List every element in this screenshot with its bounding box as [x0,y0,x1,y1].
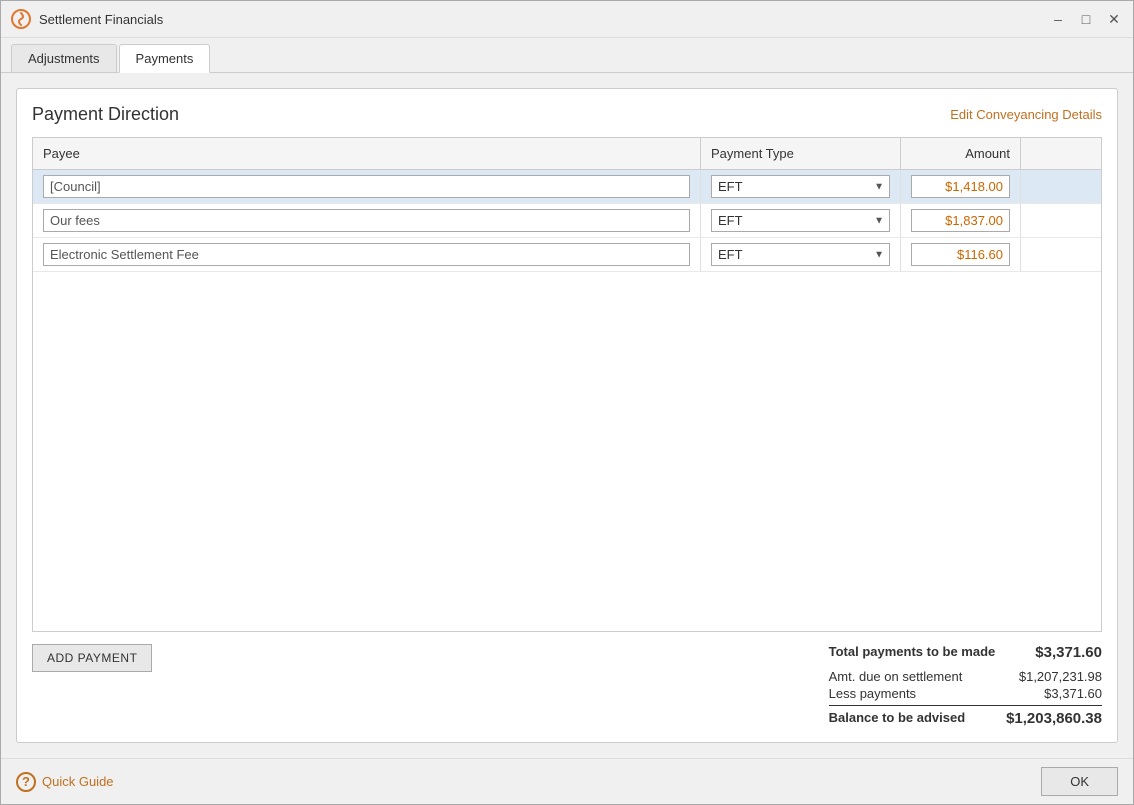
content-area: Payment Direction Edit Conveyancing Deta… [1,73,1133,758]
summary-area: Total payments to be made $3,371.60 Amt.… [829,644,1102,727]
col-amount: Amount [901,138,1021,169]
balance-value: $1,203,860.38 [1006,710,1102,727]
close-button[interactable]: ✕ [1105,10,1123,28]
amount-cell [901,238,1021,271]
main-window: Settlement Financials – □ ✕ Adjustments … [0,0,1134,805]
panel-header: Payment Direction Edit Conveyancing Deta… [32,104,1102,125]
footer-area: ADD PAYMENT Total payments to be made $3… [32,632,1102,727]
total-label: Total payments to be made [829,644,996,661]
due-label: Amt. due on settlement [829,669,963,684]
payee-input[interactable] [43,209,690,232]
tab-payments[interactable]: Payments [119,44,211,73]
table-row[interactable]: EFT Cheque Cash ▼ [33,170,1101,204]
less-row: Less payments $3,371.60 [829,686,1102,701]
payment-type-cell: EFT Cheque Cash ▼ [701,170,901,203]
ok-button[interactable]: OK [1041,767,1118,796]
payment-type-cell: EFT Cheque Cash ▼ [701,238,901,271]
tab-bar: Adjustments Payments [1,38,1133,73]
payment-type-dropdown-wrapper: EFT Cheque Cash ▼ [711,243,890,266]
less-value: $3,371.60 [1044,686,1102,701]
amount-cell [901,204,1021,237]
due-value: $1,207,231.98 [1019,669,1102,684]
quick-guide-link[interactable]: ? Quick Guide [16,772,114,792]
window-title: Settlement Financials [39,12,1049,27]
panel-title: Payment Direction [32,104,179,125]
restore-button[interactable]: □ [1077,10,1095,28]
balance-label: Balance to be advised [829,710,966,727]
payee-input[interactable] [43,243,690,266]
table-row[interactable]: EFT Cheque Cash ▼ [33,238,1101,272]
summary-divider [829,705,1102,706]
table-body: EFT Cheque Cash ▼ [33,170,1101,631]
balance-row: Balance to be advised $1,203,860.38 [829,710,1102,727]
payment-type-select[interactable]: EFT Cheque Cash [711,243,890,266]
action-cell [1021,170,1101,203]
payment-table: Payee Payment Type Amount [32,137,1102,632]
col-actions [1021,138,1101,169]
amount-input[interactable] [911,243,1010,266]
payee-cell [33,238,701,271]
action-cell [1021,204,1101,237]
minimize-button[interactable]: – [1049,10,1067,28]
due-row: Amt. due on settlement $1,207,231.98 [829,669,1102,684]
title-bar: Settlement Financials – □ ✕ [1,1,1133,38]
col-payment-type: Payment Type [701,138,901,169]
quick-guide-label: Quick Guide [42,774,114,789]
less-label: Less payments [829,686,916,701]
tab-adjustments[interactable]: Adjustments [11,44,117,72]
payment-type-cell: EFT Cheque Cash ▼ [701,204,901,237]
payment-type-dropdown-wrapper: EFT Cheque Cash ▼ [711,209,890,232]
payee-cell [33,204,701,237]
payment-type-select[interactable]: EFT Cheque Cash [711,175,890,198]
col-payee: Payee [33,138,701,169]
total-value: $3,371.60 [1035,644,1102,661]
table-header: Payee Payment Type Amount [33,138,1101,170]
edit-conveyancing-link[interactable]: Edit Conveyancing Details [950,107,1102,122]
quick-guide-icon: ? [16,772,36,792]
summary-total-row: Total payments to be made $3,371.60 [829,644,1102,661]
table-row[interactable]: EFT Cheque Cash ▼ [33,204,1101,238]
add-payment-button[interactable]: ADD PAYMENT [32,644,152,672]
payment-panel: Payment Direction Edit Conveyancing Deta… [16,88,1118,743]
window-controls: – □ ✕ [1049,10,1123,28]
bottom-bar: ? Quick Guide OK [1,758,1133,804]
payment-type-dropdown-wrapper: EFT Cheque Cash ▼ [711,175,890,198]
amount-cell [901,170,1021,203]
payee-cell [33,170,701,203]
payee-input[interactable] [43,175,690,198]
payment-type-select[interactable]: EFT Cheque Cash [711,209,890,232]
action-cell [1021,238,1101,271]
amount-input[interactable] [911,175,1010,198]
app-logo [11,9,31,29]
amount-input[interactable] [911,209,1010,232]
